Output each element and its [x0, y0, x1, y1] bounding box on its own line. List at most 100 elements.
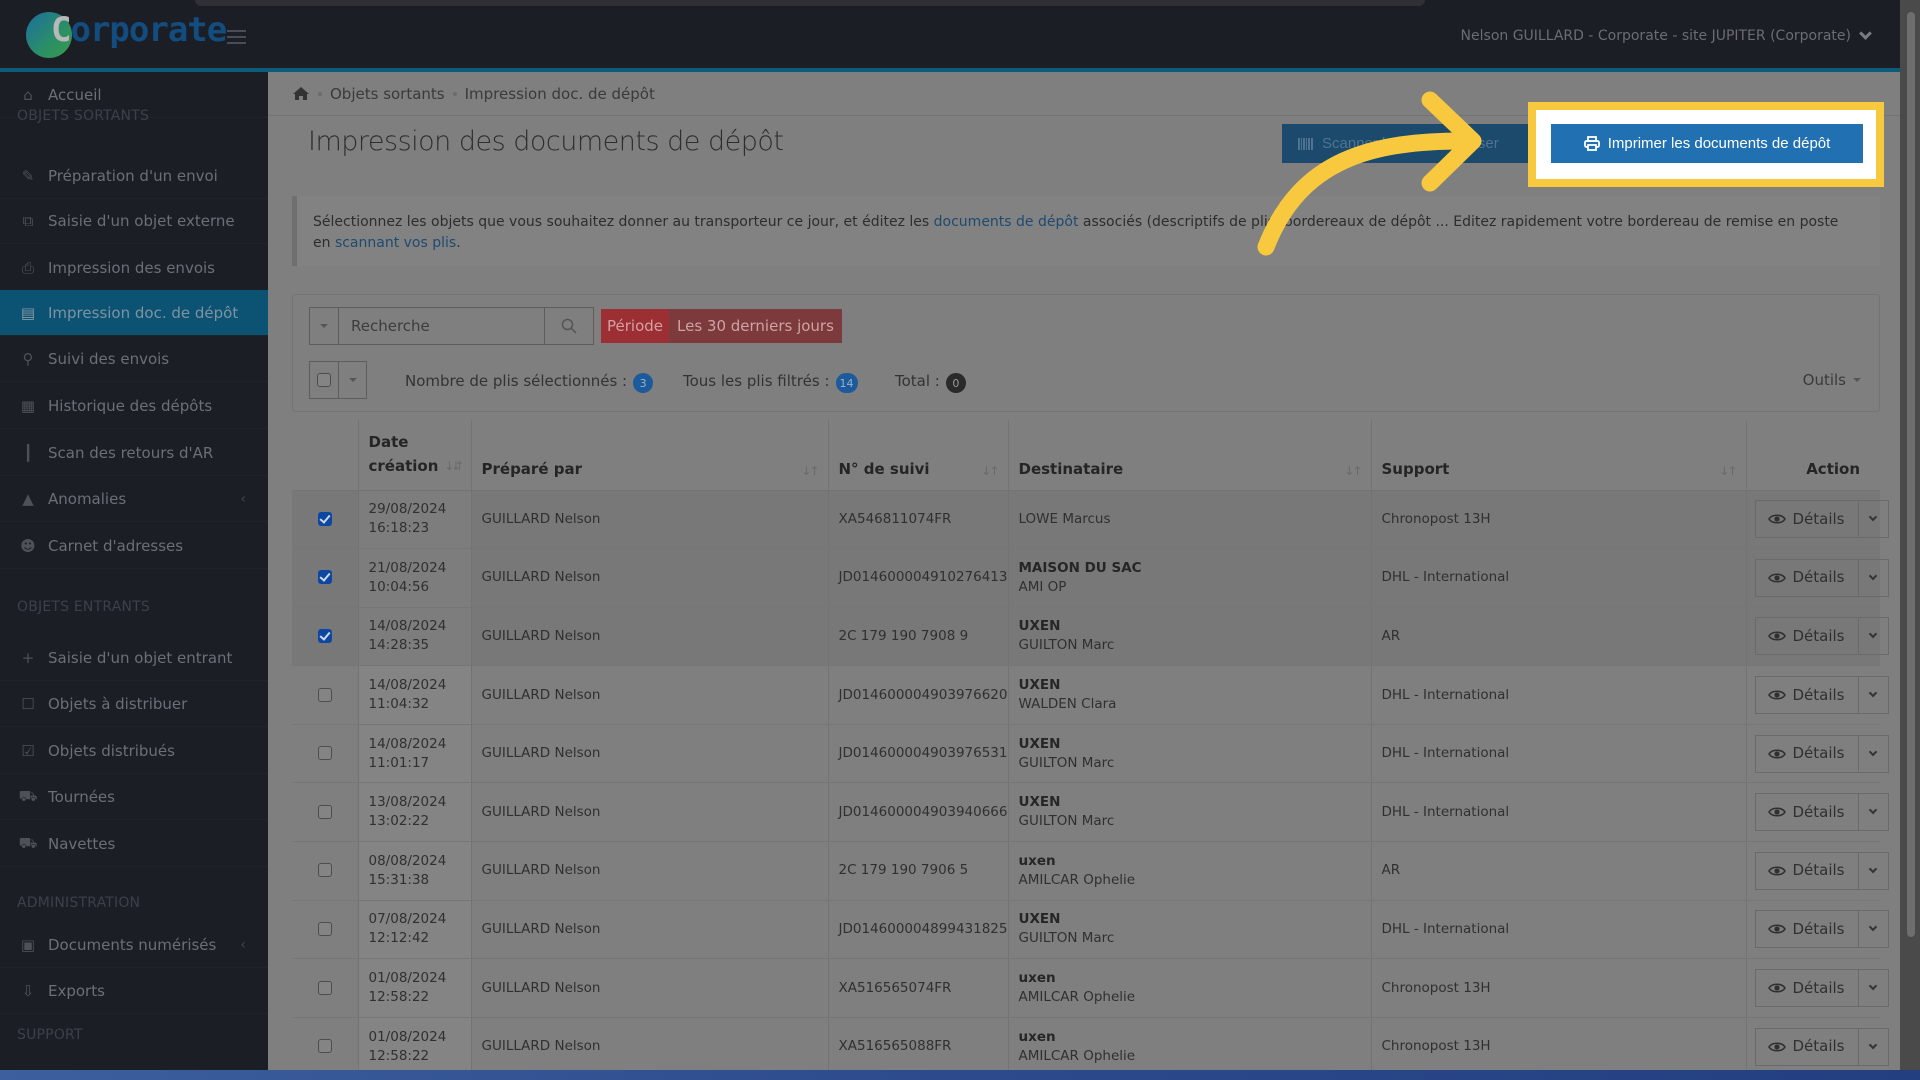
- row-checkbox[interactable]: [317, 804, 332, 819]
- recipient-name: GUILTON Marc: [1018, 754, 1115, 771]
- column-date[interactable]: Date création ↓⇵: [358, 420, 472, 491]
- sidebar-item-navettes[interactable]: ⛟ Navettes: [0, 821, 268, 867]
- table-row[interactable]: 01/08/2024 12:58:22 GUILLARD Nelson XA51656…: [292, 958, 1889, 1018]
- action-cell: Détails: [1746, 548, 1889, 608]
- details-button[interactable]: Détails: [1756, 735, 1859, 772]
- table-row[interactable]: 14/08/2024 14:28:35 GUILLARD Nelson 2C 179 …: [292, 607, 1889, 667]
- row-actions-dropdown[interactable]: [1859, 677, 1888, 713]
- sidebar-item-saisie-d-un-objet-externe[interactable]: ⧉ Saisie d'un objet externe: [0, 198, 268, 244]
- row-checkbox[interactable]: [317, 570, 332, 585]
- table-row[interactable]: 07/08/2024 12:12:42 GUILLARD Nelson JD01460…: [292, 900, 1889, 960]
- column-prepared-by[interactable]: Préparé par ↓↑: [471, 420, 829, 491]
- menu-toggle-icon[interactable]: [227, 30, 246, 44]
- sidebar-item-label: Exports: [48, 981, 105, 1000]
- home-icon[interactable]: [292, 86, 310, 101]
- search-button[interactable]: [544, 308, 593, 344]
- search-input[interactable]: [339, 308, 544, 344]
- recipient-name: GUILTON Marc: [1018, 813, 1115, 830]
- details-button[interactable]: Détails: [1756, 852, 1859, 889]
- table-row[interactable]: 13/08/2024 13:02:22 GUILLARD Nelson JD01460…: [292, 782, 1889, 843]
- scan-plis-label: Scanner les plis à déposer: [1322, 135, 1499, 152]
- details-button[interactable]: Détails: [1756, 794, 1859, 831]
- sidebar-item-documents-numerises[interactable]: ▣ Documents numérisés ‹: [0, 922, 268, 968]
- table-row[interactable]: 14/08/2024 11:01:17 GUILLARD Nelson JD01460…: [292, 724, 1889, 784]
- sidebar-item-tournees[interactable]: ⛟ Tournées: [0, 774, 268, 820]
- row-select-cell: [292, 782, 359, 843]
- row-checkbox[interactable]: [317, 980, 332, 995]
- tools-dropdown[interactable]: Outils: [1803, 371, 1861, 389]
- scannant-plis-link[interactable]: scannant vos plis: [335, 235, 456, 251]
- details-button[interactable]: Détails: [1756, 970, 1859, 1007]
- row-actions-dropdown[interactable]: [1859, 501, 1888, 537]
- sidebar-item-impression-doc-de-depot[interactable]: ▤ Impression doc. de dépôt: [0, 290, 268, 336]
- select-all-checkbox[interactable]: [310, 362, 339, 398]
- row-actions-dropdown[interactable]: [1859, 970, 1888, 1006]
- pencil-icon: ✎: [21, 166, 35, 185]
- sidebar-item-objets-distribues[interactable]: ☑ Objets distribués: [0, 728, 268, 774]
- details-button[interactable]: Détails: [1756, 911, 1859, 948]
- scrollbar-thumb[interactable]: [1907, 12, 1915, 937]
- breadcrumb-objets-sortants[interactable]: Objets sortants: [330, 85, 445, 103]
- sidebar-item-anomalies[interactable]: ▲ Anomalies ‹: [0, 476, 268, 522]
- details-button[interactable]: Détails: [1756, 677, 1859, 714]
- column-recipient[interactable]: Destinataire ↓↑: [1008, 420, 1372, 491]
- page-scrollbar[interactable]: [1900, 0, 1920, 1070]
- table-row[interactable]: 08/08/2024 15:31:38 GUILLARD Nelson 2C 179 …: [292, 841, 1889, 901]
- sidebar-item-scan-des-retours-d-ar[interactable]: ┃ Scan des retours d'AR: [0, 430, 268, 476]
- row-checkbox[interactable]: [317, 1039, 332, 1054]
- row-actions-dropdown[interactable]: [1859, 736, 1888, 772]
- table-row[interactable]: 29/08/2024 16:18:23 GUILLARD Nelson XA54681…: [292, 490, 1889, 550]
- row-checkbox[interactable]: [317, 863, 332, 878]
- row-actions-dropdown[interactable]: [1859, 1029, 1888, 1065]
- row-actions-dropdown[interactable]: [1859, 911, 1888, 947]
- breadcrumb-separator: [452, 91, 457, 96]
- sidebar-item-saisie-d-un-objet-entrant[interactable]: + Saisie d'un objet entrant: [0, 635, 268, 681]
- tracking-cell: JD014600004903940666: [828, 782, 1009, 843]
- print-deposit-documents-button[interactable]: Imprimer les documents de dépôt: [1551, 124, 1863, 163]
- table-row[interactable]: 01/08/2024 12:58:22 GUILLARD Nelson XA51656…: [292, 1017, 1889, 1077]
- sidebar-item-impression-des-envois[interactable]: ⎙ Impression des envois: [0, 245, 268, 291]
- sidebar-item-preparation-d-un-envoi[interactable]: ✎ Préparation d'un envoi: [0, 153, 268, 199]
- table-row[interactable]: 14/08/2024 11:04:32 GUILLARD Nelson JD01460…: [292, 665, 1889, 725]
- select-options-dropdown[interactable]: [339, 362, 366, 398]
- date-value: 01/08/2024: [368, 1028, 447, 1045]
- row-checkbox[interactable]: [317, 746, 332, 761]
- details-button[interactable]: Détails: [1756, 1028, 1859, 1065]
- row-checkbox[interactable]: [317, 511, 332, 526]
- scan-plis-button[interactable]: Scanner les plis à déposer: [1282, 124, 1532, 163]
- search-field-dropdown[interactable]: [310, 308, 339, 344]
- date-value: 01/08/2024: [368, 970, 447, 987]
- row-actions-dropdown[interactable]: [1859, 560, 1888, 596]
- column-tracking[interactable]: N° de suivi ↓↑: [828, 420, 1009, 491]
- row-checkbox[interactable]: [317, 687, 332, 702]
- sidebar-item-historique-des-depots[interactable]: ▦ Historique des dépôts: [0, 383, 268, 429]
- eye-icon: [1768, 807, 1787, 817]
- sidebar-item-carnet-d-adresses[interactable]: ☻ Carnet d'adresses: [0, 523, 268, 569]
- sidebar-item-objets-a-distribuer[interactable]: ☐ Objets à distribuer: [0, 681, 268, 727]
- barcode-icon: ┃: [23, 443, 33, 462]
- download-icon: ⇩: [21, 981, 35, 1000]
- row-actions-dropdown[interactable]: [1859, 794, 1888, 830]
- filtered-count: Tous les plis filtrés : 14: [683, 369, 858, 393]
- period-filter[interactable]: Période Les 30 derniers jours: [601, 309, 842, 343]
- row-checkbox[interactable]: [317, 628, 332, 643]
- column-support[interactable]: Support ↓↑: [1371, 420, 1747, 491]
- details-button[interactable]: Détails: [1756, 618, 1859, 655]
- row-checkbox[interactable]: [317, 921, 332, 936]
- sidebar-item-suivi-des-envois[interactable]: ⚲ Suivi des envois: [0, 336, 268, 382]
- table-row[interactable]: 21/08/2024 10:04:56 GUILLARD Nelson JD01460…: [292, 548, 1889, 608]
- column-action: Action: [1746, 420, 1880, 491]
- row-actions-dropdown[interactable]: [1859, 618, 1888, 654]
- sidebar-item-exports[interactable]: ⇩ Exports: [0, 968, 268, 1014]
- page-title: Impression des documents de dépôt: [308, 126, 784, 157]
- prepared-by-cell: GUILLARD Nelson: [471, 548, 829, 608]
- chevron-down-icon: [1868, 864, 1878, 874]
- user-menu[interactable]: Nelson GUILLARD - Corporate - site JUPIT…: [1461, 26, 1872, 44]
- details-button[interactable]: Détails: [1756, 559, 1859, 596]
- logo[interactable]: Corporate: [26, 10, 227, 58]
- recipient-name: LOWE Marcus: [1018, 510, 1111, 527]
- documents-depot-link[interactable]: documents de dépôt: [934, 214, 1079, 230]
- row-actions-dropdown[interactable]: [1859, 853, 1888, 889]
- details-button[interactable]: Détails: [1756, 501, 1859, 538]
- prepared-by-cell: GUILLARD Nelson: [471, 724, 829, 784]
